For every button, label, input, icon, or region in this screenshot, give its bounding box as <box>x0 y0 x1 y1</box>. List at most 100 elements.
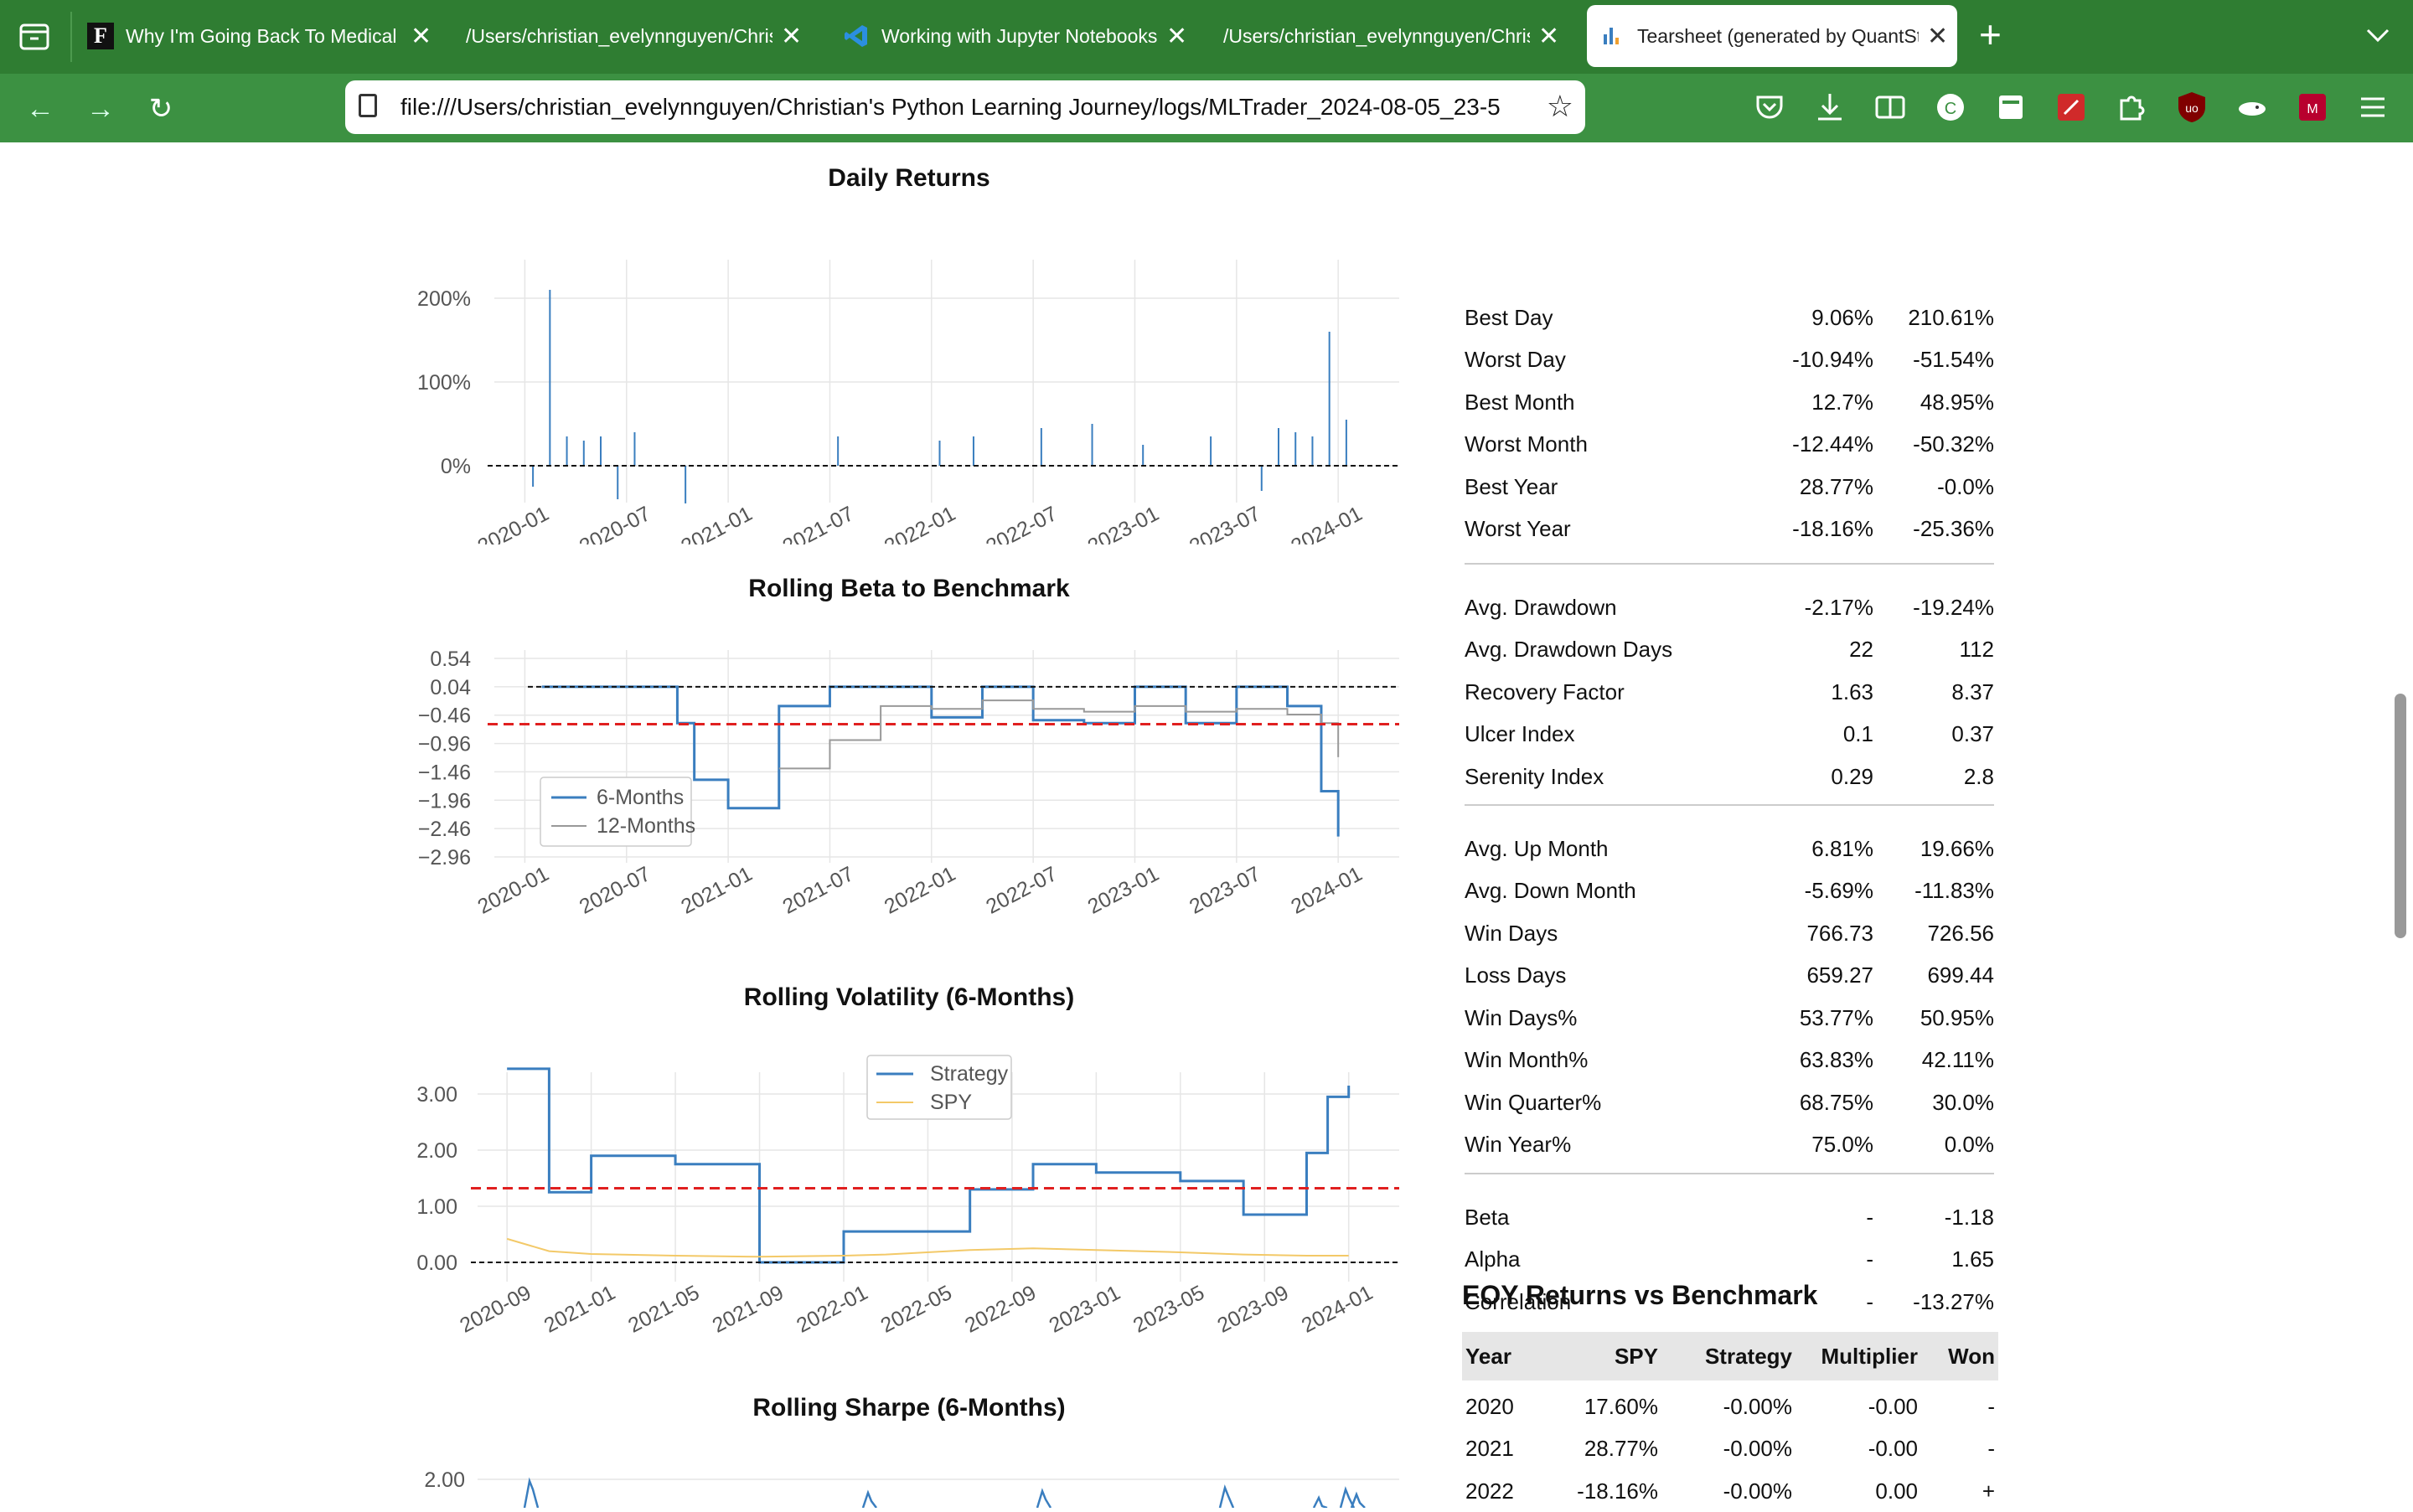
eoy-cell: -0.00% <box>1723 1478 1792 1504</box>
ft-favicon-icon: F <box>87 23 114 49</box>
url-text[interactable]: file:///Users/christian_evelynnguyen/Chr… <box>400 94 1540 121</box>
close-tab-icon[interactable]: ✕ <box>1538 22 1559 51</box>
y-tick-label: 100% <box>417 371 471 395</box>
metric-row: Recovery Factor 1.63 8.37 <box>1465 671 1994 713</box>
y-tick-label: 2.00 <box>424 1468 465 1492</box>
chart-title: Daily Returns <box>828 164 990 192</box>
x-tick-label: 2021-01 <box>677 502 756 544</box>
eoy-cell: + <box>1982 1478 1995 1504</box>
browser-chrome: F Why I'm Going Back To Medical School ✕… <box>0 0 2413 142</box>
back-button[interactable]: ← <box>20 89 60 129</box>
tab-overview-button[interactable] <box>17 18 52 54</box>
metric-strategy-value: 766.73 <box>1806 920 1873 946</box>
metric-benchmark-value: -25.36% <box>1913 516 1994 541</box>
tab-file-1[interactable]: /Users/christian_evelynnguyen/Christian'… <box>466 5 809 67</box>
pocket-icon[interactable] <box>1751 89 1788 126</box>
close-tab-icon[interactable]: ✕ <box>1166 22 1187 51</box>
metric-row: Win Year% 75.0% 0.0% <box>1465 1124 1994 1166</box>
x-tick-label: 2021-09 <box>709 1281 788 1338</box>
list-tabs-button[interactable] <box>2361 18 2395 56</box>
chevron-down-icon <box>2366 28 2390 43</box>
reader-view-icon[interactable] <box>1872 89 1909 126</box>
tab-jupyter[interactable]: Working with Jupyter Notebooks ✕ <box>843 5 1195 67</box>
series-line-12-months <box>778 699 1340 770</box>
metric-benchmark-value: 8.37 <box>1951 679 1994 704</box>
metric-benchmark-value: 30.0% <box>1932 1089 1994 1115</box>
metric-benchmark-value: 2.8 <box>1963 763 1994 789</box>
eoy-cell: 28.77% <box>1584 1436 1658 1461</box>
metric-row: Avg. Drawdown -2.17% -19.24% <box>1465 586 1994 628</box>
metric-benchmark-value: -51.54% <box>1913 347 1994 372</box>
metric-label: Avg. Down Month <box>1465 878 1636 903</box>
metric-label: Win Month% <box>1465 1047 1589 1072</box>
extensions-puzzle-icon[interactable] <box>2113 89 2150 126</box>
metric-strategy-value: - <box>1866 1246 1873 1272</box>
metric-benchmark-value: 726.56 <box>1927 920 1994 946</box>
extension-window-icon[interactable] <box>1992 89 2029 126</box>
bookmark-star-icon[interactable]: ☆ <box>1547 89 1573 124</box>
eoy-cell: 2021 <box>1465 1436 1514 1461</box>
metric-row: Loss Days 659.27 699.44 <box>1465 955 1994 997</box>
x-tick-label: 2022-01 <box>793 1281 871 1338</box>
series-line-strategy <box>1218 1484 1235 1508</box>
metric-strategy-value: -12.44% <box>1792 431 1873 457</box>
eoy-header-strategy: Strategy <box>1704 1343 1792 1369</box>
metric-benchmark-value: 50.95% <box>1920 1004 1994 1030</box>
metric-strategy-value: 63.83% <box>1799 1047 1873 1072</box>
eoy-row: 2020 17.60% -0.00% -0.00 - <box>1462 1386 1998 1427</box>
tab-file-2[interactable]: /Users/christian_evelynnguyen/Christian'… <box>1223 5 1567 67</box>
metric-label: Best Year <box>1465 473 1558 499</box>
metric-benchmark-value: 42.11% <box>1921 1047 1994 1072</box>
new-tab-button[interactable]: + <box>1979 12 2002 57</box>
y-tick-label: −1.96 <box>418 789 471 813</box>
close-tab-icon[interactable]: ✕ <box>411 22 431 51</box>
menu-icon[interactable] <box>2354 89 2391 126</box>
svg-text:C: C <box>1945 100 1956 118</box>
close-tab-icon[interactable]: ✕ <box>781 22 802 51</box>
metric-label: Win Days <box>1465 920 1558 946</box>
y-tick-label: 0.04 <box>430 676 471 699</box>
reload-button[interactable]: ↻ <box>141 89 181 129</box>
metric-row: Worst Day -10.94% -51.54% <box>1465 339 1994 381</box>
eoy-title: EOY Returns vs Benchmark <box>1462 1280 1818 1310</box>
tab-tearsheet[interactable]: Tearsheet (generated by QuantStats) ✕ <box>1587 5 1957 67</box>
metric-row: Avg. Down Month -5.69% -11.83% <box>1465 870 1994 912</box>
x-tick-label: 2023-07 <box>1186 502 1264 544</box>
rolling-beta-chart: 0.540.04−0.46−0.96−1.46−1.96−2.46−2.9620… <box>418 648 1399 919</box>
legend-label: Strategy <box>930 1062 1009 1086</box>
tab-title: /Users/christian_evelynnguyen/Christian'… <box>1223 24 1530 47</box>
metric-row: Best Year 28.77% -0.0% <box>1465 466 1994 508</box>
scrollbar[interactable] <box>2395 694 2406 938</box>
metric-strategy-value: - <box>1866 1204 1873 1230</box>
tab-title: /Users/christian_evelynnguyen/Christian'… <box>466 24 772 47</box>
metric-label: Worst Month <box>1465 431 1588 457</box>
wand-extension-icon[interactable] <box>2053 89 2090 126</box>
eoy-header-row: Year SPY Strategy Multiplier Won <box>1462 1332 1998 1380</box>
forward-button[interactable]: → <box>80 89 121 129</box>
metric-benchmark-value: -0.0% <box>1937 473 1994 499</box>
x-tick-label: 2022-01 <box>881 502 959 544</box>
download-icon[interactable] <box>1811 89 1848 126</box>
metric-row: Worst Year -18.16% -25.36% <box>1465 508 1994 550</box>
svg-text:uo: uo <box>2185 101 2199 115</box>
metric-row: Serenity Index 0.29 2.8 <box>1465 756 1994 797</box>
metric-row: Win Days 766.73 726.56 <box>1465 912 1994 954</box>
metric-label: Loss Days <box>1465 962 1567 988</box>
x-tick-label: 2022-05 <box>877 1281 956 1338</box>
eoy-cell: -0.00 <box>1868 1393 1918 1419</box>
eoy-header-multiplier: Multiplier <box>1821 1343 1918 1369</box>
url-bar[interactable]: file:///Users/christian_evelynnguyen/Chr… <box>345 80 1585 134</box>
tab-title: Working with Jupyter Notebooks <box>881 24 1158 47</box>
x-tick-label: 2023-01 <box>1084 862 1163 919</box>
bird-extension-icon[interactable] <box>2234 89 2271 126</box>
metric-strategy-value: -10.94% <box>1792 347 1873 372</box>
x-tick-label: 2023-01 <box>1046 1281 1124 1338</box>
close-tab-icon[interactable]: ✕ <box>1927 22 1948 51</box>
y-tick-label: −0.96 <box>418 733 471 756</box>
x-tick-label: 2020-07 <box>576 862 654 919</box>
mendeley-icon[interactable]: M <box>2294 89 2331 126</box>
ublock-icon[interactable]: uo <box>2173 89 2210 126</box>
grammarly-icon[interactable]: C <box>1932 89 1969 126</box>
tab-medical[interactable]: F Why I'm Going Back To Medical School ✕ <box>87 5 439 67</box>
metric-strategy-value: 9.06% <box>1811 304 1873 330</box>
